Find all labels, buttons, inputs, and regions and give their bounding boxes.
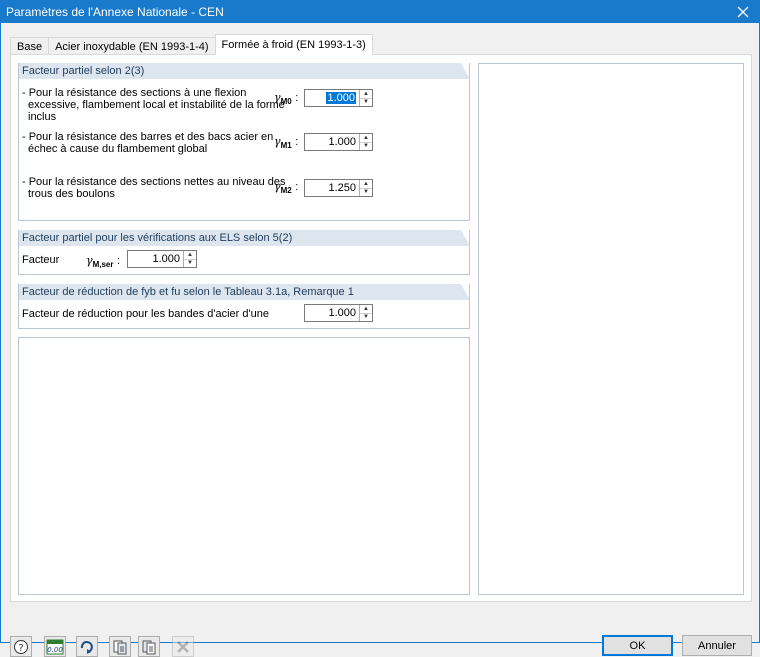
spin-up-icon[interactable]: ▲ (360, 90, 372, 99)
svg-text:?: ? (18, 643, 23, 654)
copy-button[interactable] (109, 636, 131, 657)
dialog-body: Base Acier inoxydable (EN 1993-1-4) Form… (0, 23, 760, 657)
reset-button[interactable] (76, 636, 98, 657)
tab-strip: Base Acier inoxydable (EN 1993-1-4) Form… (10, 34, 373, 55)
help-icon: ? (14, 639, 28, 654)
gamma-m1-label: γM1 : (274, 135, 299, 151)
sls-factor-group: Facteur partiel pour les vérifications a… (18, 230, 470, 275)
gamma-m1-row: - Pour la résistance des barres et des b… (19, 131, 469, 157)
gamma-m0-label: γM0 : (274, 91, 299, 107)
group-header: Facteur partiel selon 2(3) (19, 63, 470, 79)
close-icon[interactable] (726, 0, 760, 23)
gamma-m2-input[interactable]: 1.250 ▲ ▼ (304, 179, 373, 197)
spin-down-icon[interactable]: ▼ (360, 143, 372, 151)
decimal-places-button[interactable]: 0.00 (44, 636, 66, 657)
copy-icon (113, 640, 127, 654)
sls-factor-label: Facteur (22, 254, 60, 266)
svg-text:0.00: 0.00 (47, 646, 63, 654)
window-title: Paramètres de l'Annexe Nationale - CEN (6, 4, 224, 19)
gamma-m1-input[interactable]: 1.000 ▲ ▼ (304, 133, 373, 151)
gamma-m0-row: - Pour la résistance des sections à une … (19, 87, 469, 121)
gamma-m2-row: - Pour la résistance des sections nettes… (19, 176, 469, 202)
empty-panel-right (478, 63, 744, 595)
spin-up-icon[interactable]: ▲ (360, 180, 372, 189)
gamma-m0-description: - Pour la résistance des sections à une … (22, 87, 285, 121)
cancel-button[interactable]: Annuler (682, 635, 752, 656)
gamma-m1-description: - Pour la résistance des barres et des b… (22, 131, 274, 155)
group-header: Facteur partiel pour les vérifications a… (19, 230, 470, 246)
reset-icon (80, 640, 93, 654)
ok-button[interactable]: OK (602, 635, 673, 656)
gamma-m0-input[interactable]: 1.000 ▲ ▼ (304, 89, 373, 107)
tab-stainless-steel[interactable]: Acier inoxydable (EN 1993-1-4) (48, 37, 216, 55)
spin-up-icon[interactable]: ▲ (360, 305, 372, 314)
reduction-factor-input[interactable]: 1.000 ▲ ▼ (304, 304, 373, 322)
tab-page: Facteur partiel selon 2(3) - Pour la rés… (10, 54, 752, 602)
delete-icon (177, 640, 189, 653)
gamma-m2-label: γM2 : (274, 180, 299, 196)
spin-up-icon[interactable]: ▲ (184, 251, 196, 260)
tab-base[interactable]: Base (10, 37, 50, 55)
reduction-factor-label: Facteur de réduction pour les bandes d'a… (22, 308, 269, 320)
spin-up-icon[interactable]: ▲ (360, 134, 372, 143)
gamma-mser-label: γM,ser : (86, 254, 121, 270)
title-bar: Paramètres de l'Annexe Nationale - CEN (0, 0, 760, 23)
paste-button[interactable] (138, 636, 160, 657)
gamma-m2-description: - Pour la résistance des sections nettes… (22, 176, 286, 200)
decimal-places-icon: 0.00 (46, 639, 64, 654)
empty-panel-left (18, 337, 470, 595)
delete-button[interactable] (172, 636, 194, 657)
help-button[interactable]: ? (10, 636, 32, 657)
tab-cold-formed[interactable]: Formée à froid (EN 1993-1-3) (214, 34, 373, 55)
group-header: Facteur de réduction de fyb et fu selon … (19, 284, 470, 300)
spin-down-icon[interactable]: ▼ (360, 314, 372, 322)
spin-down-icon[interactable]: ▼ (360, 99, 372, 107)
spin-down-icon[interactable]: ▼ (184, 260, 196, 268)
paste-icon (142, 640, 156, 654)
gamma-mser-input[interactable]: 1.000 ▲ ▼ (127, 250, 197, 268)
partial-factor-group: Facteur partiel selon 2(3) - Pour la rés… (18, 63, 470, 221)
reduction-factor-group: Facteur de réduction de fyb et fu selon … (18, 284, 470, 329)
spin-down-icon[interactable]: ▼ (360, 189, 372, 197)
